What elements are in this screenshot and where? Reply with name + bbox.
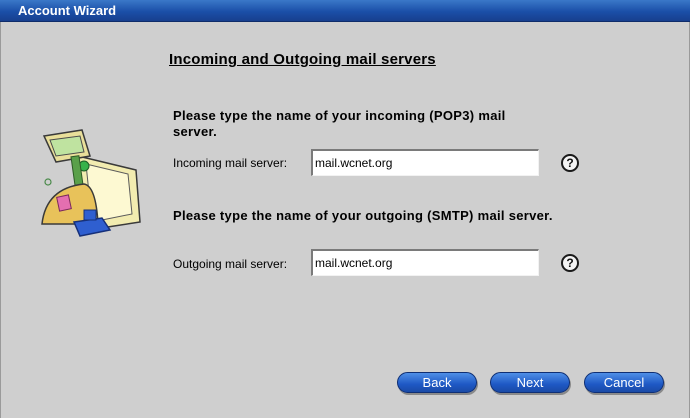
incoming-server-input[interactable] bbox=[311, 149, 539, 176]
outgoing-server-input[interactable] bbox=[311, 249, 539, 276]
incoming-server-label: Incoming mail server: bbox=[173, 156, 288, 170]
cancel-button[interactable]: Cancel bbox=[584, 372, 664, 393]
incoming-help-icon[interactable]: ? bbox=[561, 154, 579, 172]
computer-illustration-icon bbox=[41, 129, 141, 237]
page-heading: Incoming and Outgoing mail servers bbox=[169, 51, 436, 68]
incoming-prompt: Please type the name of your incoming (P… bbox=[173, 108, 506, 139]
window-title: Account Wizard bbox=[18, 3, 117, 18]
title-bar[interactable]: Account Wizard bbox=[0, 0, 690, 22]
outgoing-help-icon[interactable]: ? bbox=[561, 254, 579, 272]
outgoing-prompt: Please type the name of your outgoing (S… bbox=[173, 208, 553, 223]
next-button[interactable]: Next bbox=[490, 372, 570, 393]
outgoing-server-label: Outgoing mail server: bbox=[173, 257, 288, 271]
back-button[interactable]: Back bbox=[397, 372, 477, 393]
